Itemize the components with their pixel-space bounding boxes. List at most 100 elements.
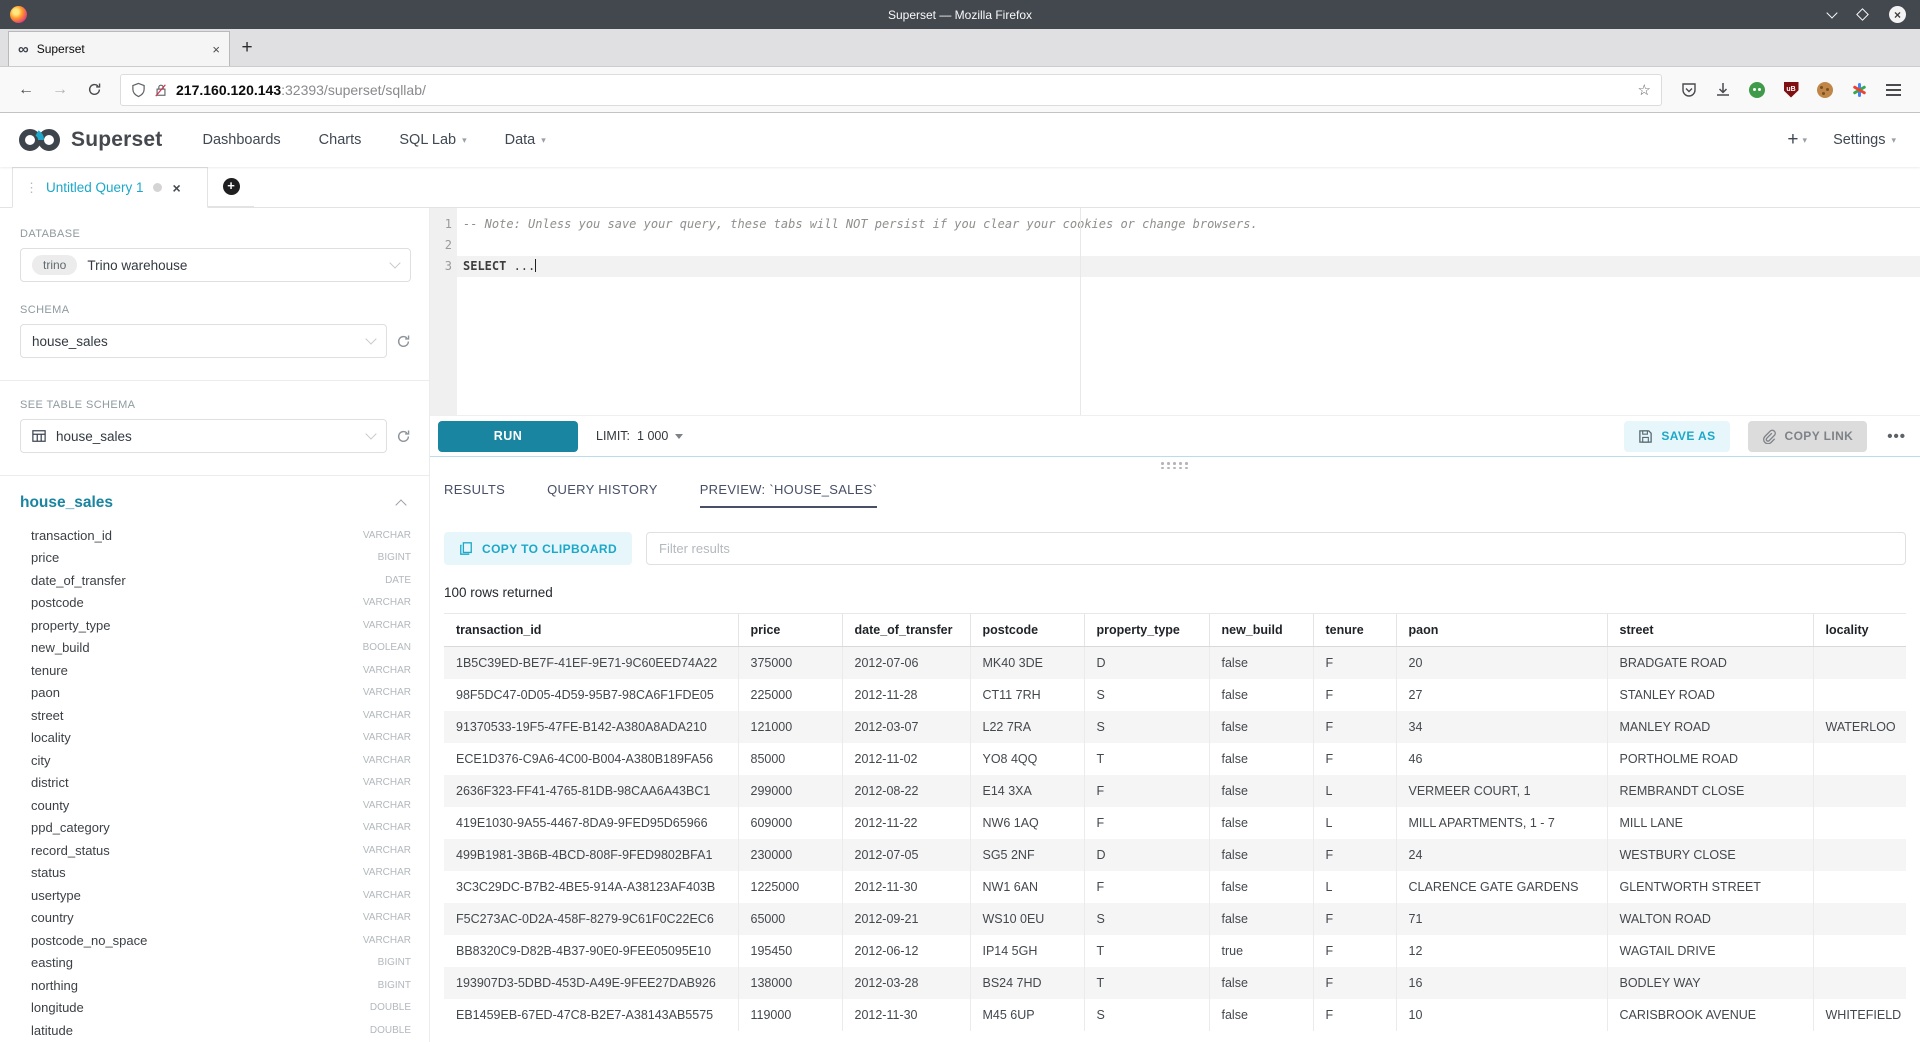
column-header[interactable]: date_of_transfer: [842, 614, 970, 647]
privacy-badger-icon[interactable]: [1748, 81, 1766, 99]
column-type: VARCHAR: [363, 890, 411, 901]
table-cell: L: [1313, 871, 1396, 903]
schema-select[interactable]: house_sales: [20, 324, 387, 358]
ublock-icon[interactable]: uB: [1782, 81, 1800, 99]
sql-editor[interactable]: 1 2 3 -- Note: Unless you save your quer…: [430, 208, 1920, 416]
table-cell: 193907D3-5DBD-453D-A49E-9FEE27DAB926: [444, 967, 738, 999]
table-select[interactable]: house_sales: [20, 419, 387, 453]
table-cell: WAGTAIL DRIVE: [1607, 935, 1813, 967]
tab-preview-house-sales[interactable]: PREVIEW: `HOUSE_SALES`: [700, 482, 878, 508]
limit-dropdown[interactable]: LIMIT: 1 000: [596, 429, 683, 443]
column-type: VARCHAR: [363, 800, 411, 811]
table-cell: 230000: [738, 839, 842, 871]
column-type: BIGINT: [378, 980, 411, 991]
table-cell: 10: [1396, 999, 1607, 1031]
copy-link-button[interactable]: COPY LINK: [1748, 421, 1868, 452]
column-type: VARCHAR: [363, 732, 411, 743]
tab-results[interactable]: RESULTS: [444, 482, 505, 508]
table-cell: 12: [1396, 935, 1607, 967]
schema-column-row: priceBIGINT: [20, 547, 411, 570]
caret-down-icon: ▾: [1803, 135, 1808, 146]
browser-toolbar: ← → 217.160.120.143:32393/superset/sqlla…: [0, 67, 1920, 113]
column-header[interactable]: property_type: [1084, 614, 1209, 647]
refresh-schemas-icon[interactable]: [396, 334, 411, 349]
window-minimize-icon[interactable]: [1826, 7, 1837, 18]
superset-logo[interactable]: Superset: [16, 125, 162, 155]
table-cell: 2012-11-30: [842, 999, 970, 1031]
table-row: ECE1D376-C9A6-4C00-B004-A380B189FA568500…: [444, 743, 1906, 775]
downloads-icon[interactable]: [1714, 81, 1732, 99]
table-cell: WESTBURY CLOSE: [1607, 839, 1813, 871]
column-header[interactable]: postcode: [970, 614, 1084, 647]
column-type: DATE: [385, 575, 411, 586]
back-icon[interactable]: ←: [12, 76, 40, 104]
insecure-lock-icon[interactable]: [154, 82, 168, 98]
run-button[interactable]: RUN: [438, 421, 578, 452]
database-engine-badge: trino: [32, 255, 77, 275]
column-header[interactable]: street: [1607, 614, 1813, 647]
table-cell: M45 6UP: [970, 999, 1084, 1031]
schema-column-row: date_of_transferDATE: [20, 569, 411, 592]
nav-charts[interactable]: Charts: [319, 132, 362, 148]
add-new-button[interactable]: +▾: [1787, 129, 1807, 151]
nav-sql-lab[interactable]: SQL Lab▾: [399, 132, 466, 148]
browser-tabstrip: ∞ Superset × +: [0, 29, 1920, 67]
table-cell: F: [1313, 935, 1396, 967]
table-cell: false: [1209, 999, 1313, 1031]
pocket-icon[interactable]: [1680, 81, 1698, 99]
column-type: VARCHAR: [363, 912, 411, 923]
extension-asterisk-icon[interactable]: [1850, 81, 1868, 99]
table-cell: false: [1209, 647, 1313, 680]
column-name: county: [31, 798, 363, 813]
table-cell: L: [1313, 775, 1396, 807]
query-tab-close-icon[interactable]: ×: [173, 180, 181, 196]
settings-menu[interactable]: Settings▾: [1833, 132, 1896, 148]
query-tab-active[interactable]: ⋮ Untitled Query 1 ×: [12, 167, 208, 208]
database-select[interactable]: trino Trino warehouse: [20, 248, 411, 282]
save-as-button[interactable]: SAVE AS: [1624, 421, 1729, 452]
tab-query-history[interactable]: QUERY HISTORY: [547, 482, 658, 508]
url-bar[interactable]: 217.160.120.143:32393/superset/sqllab/ ☆: [120, 74, 1662, 106]
column-type: VARCHAR: [363, 687, 411, 698]
column-header[interactable]: paon: [1396, 614, 1607, 647]
column-header[interactable]: new_build: [1209, 614, 1313, 647]
nav-data[interactable]: Data▾: [505, 132, 546, 148]
window-close-icon[interactable]: ×: [1889, 6, 1906, 23]
table-cell: CT11 7RH: [970, 679, 1084, 711]
shield-icon[interactable]: [131, 82, 146, 98]
bookmark-star-icon[interactable]: ☆: [1638, 81, 1651, 99]
drag-handle-icon[interactable]: ⋮: [25, 180, 37, 196]
table-cell: F: [1313, 967, 1396, 999]
refresh-tables-icon[interactable]: [396, 429, 411, 444]
pane-drag-handle[interactable]: [444, 457, 1906, 474]
window-maximize-icon[interactable]: [1856, 8, 1869, 21]
column-header[interactable]: price: [738, 614, 842, 647]
table-cell: 98F5DC47-0D05-4D59-95B7-98CA6F1FDE05: [444, 679, 738, 711]
table-cell: F: [1084, 775, 1209, 807]
column-type: BIGINT: [378, 957, 411, 968]
collapse-caret-icon[interactable]: [395, 499, 406, 510]
new-query-tab-button[interactable]: +: [208, 167, 254, 207]
new-tab-button[interactable]: +: [230, 29, 264, 66]
more-options-icon[interactable]: •••: [1887, 428, 1906, 445]
reload-icon[interactable]: [80, 76, 108, 104]
copy-to-clipboard-button[interactable]: COPY TO CLIPBOARD: [444, 532, 632, 565]
table-cell: 121000: [738, 711, 842, 743]
tab-close-icon[interactable]: ×: [212, 42, 220, 57]
query-tabstrip: ⋮ Untitled Query 1 × +: [0, 167, 1920, 208]
column-header[interactable]: transaction_id: [444, 614, 738, 647]
table-cell: ECE1D376-C9A6-4C00-B004-A380B189FA56: [444, 743, 738, 775]
browser-tab[interactable]: ∞ Superset ×: [8, 31, 230, 66]
filter-results-input[interactable]: [646, 532, 1906, 565]
results-header-row: transaction_idpricedate_of_transferpostc…: [444, 614, 1906, 647]
column-header[interactable]: locality: [1813, 614, 1906, 647]
divider: [0, 475, 429, 476]
table-cell: 2012-07-06: [842, 647, 970, 680]
table-cell: GLENTWORTH STREET: [1607, 871, 1813, 903]
forward-icon[interactable]: →: [46, 76, 74, 104]
menu-hamburger-icon[interactable]: [1884, 81, 1902, 99]
nav-dashboards[interactable]: Dashboards: [202, 132, 280, 148]
cookie-extension-icon[interactable]: [1816, 81, 1834, 99]
table-cell: 119000: [738, 999, 842, 1031]
column-header[interactable]: tenure: [1313, 614, 1396, 647]
